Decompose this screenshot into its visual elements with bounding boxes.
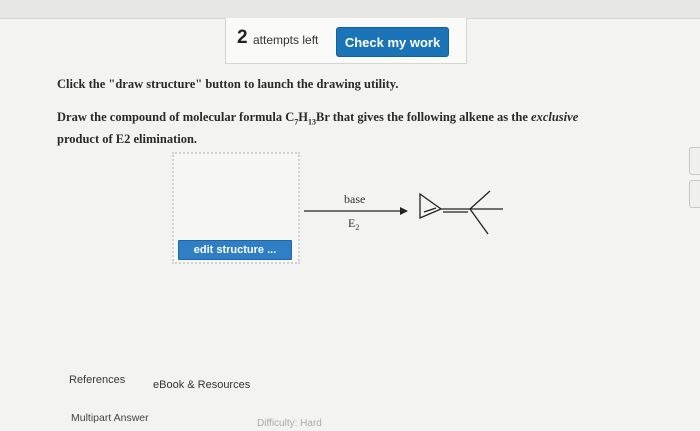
side-tab-bottom[interactable] [689, 180, 700, 208]
arrow-head [400, 207, 408, 215]
difficulty-label: Difficulty: Hard [257, 418, 322, 429]
reagent-e2-label: E2 [348, 216, 359, 232]
attempts-count: 2 [237, 27, 248, 48]
reagent-base-label: base [344, 192, 365, 206]
top-bar [0, 0, 700, 19]
references-link[interactable]: References [69, 374, 125, 386]
instruction-text: Click the "draw structure" button to lau… [57, 77, 399, 91]
multipart-answer-label: Multipart Answer [71, 412, 149, 424]
check-my-work-button[interactable]: Check my work [336, 27, 449, 57]
prompt-h: H [298, 110, 308, 124]
prompt-after: product of E2 elimination. [57, 131, 198, 146]
cyclopropane-ring [419, 192, 443, 219]
methyl-bond-down [469, 208, 489, 235]
alkene-structure [419, 190, 503, 235]
ebook-resources-link[interactable]: eBook & Resources [153, 379, 250, 391]
prompt-italic: exclusive [531, 110, 579, 124]
attempts-label: attempts left [253, 33, 319, 47]
question-prompt: Draw the compound of molecular formula C… [57, 109, 637, 147]
prompt-before: Draw the compound of molecular formula C [57, 110, 295, 124]
prompt-mid: Br that gives the following alkene as th… [315, 110, 532, 124]
methyl-bond-up [469, 190, 491, 210]
edit-structure-button[interactable]: edit structure ... [178, 240, 292, 260]
reaction-scheme: base E2 [304, 190, 503, 235]
subscript-h: 13 [307, 117, 316, 127]
side-tab-top[interactable] [689, 147, 700, 175]
